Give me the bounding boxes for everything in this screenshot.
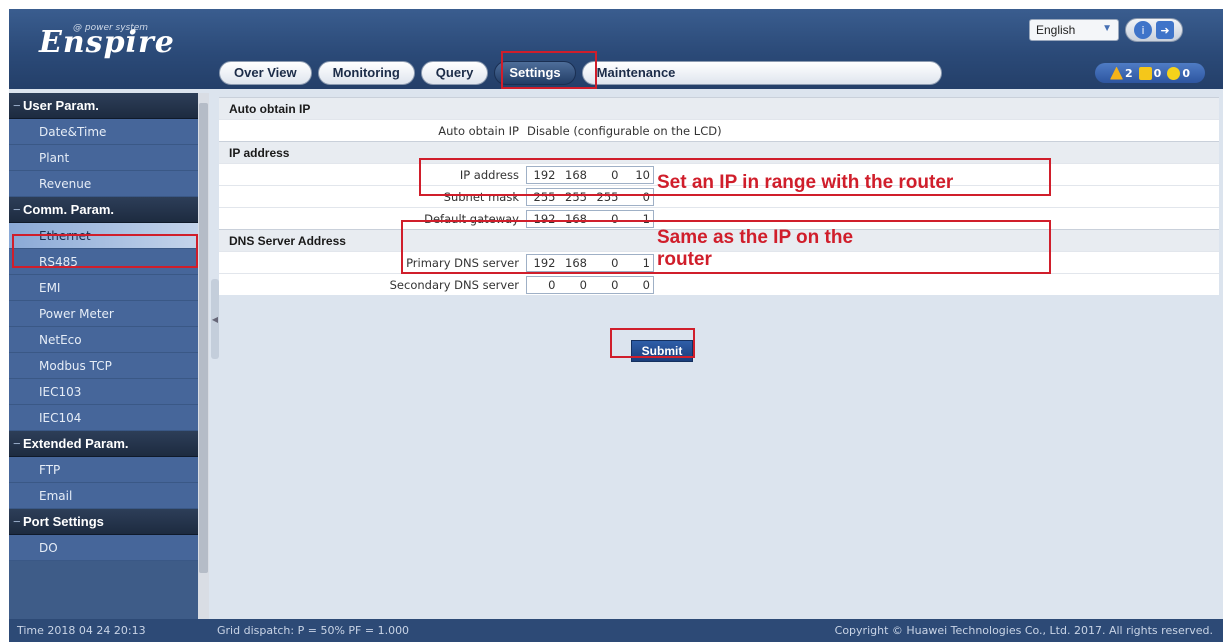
secondary-dns-row: Secondary DNS server 0000 (219, 273, 1219, 295)
chevron-down-icon: ▼ (1102, 23, 1112, 34)
collapse-icon: − (13, 98, 21, 113)
info-icon[interactable]: i (1134, 21, 1152, 39)
grid-dispatch-status: Grid dispatch: P = 50% PF = 1.000 (217, 624, 410, 637)
sidebar-item-neteco[interactable]: NetEco (9, 327, 209, 353)
status-bar: Time 2018 04 24 20:13 Grid dispatch: P =… (9, 619, 1223, 642)
sidebar-item-ftp[interactable]: FTP (9, 457, 209, 483)
sidebar-item-iec104[interactable]: IEC104 (9, 405, 209, 431)
sidebar-collapse-handle[interactable]: ◀ (211, 279, 219, 359)
major-alarm-count: 2 (1125, 66, 1133, 80)
logout-icon[interactable]: ➜ (1156, 21, 1174, 39)
sidebar-group-extended-param[interactable]: − Extended Param. (9, 431, 209, 457)
header: Enspire @ power system English ▼ i ➜ Ove… (9, 9, 1223, 89)
sidebar-item-power-meter[interactable]: Power Meter (9, 301, 209, 327)
tab-maintenance[interactable]: Maintenance (581, 61, 942, 85)
sidebar-group-comm-param[interactable]: − Comm. Param. (9, 197, 209, 223)
auto-obtain-ip-value: Disable (configurable on the LCD) (527, 124, 722, 138)
sidebar-group-port-settings[interactable]: − Port Settings (9, 509, 209, 535)
header-icon-group: i ➜ (1125, 18, 1183, 42)
auto-obtain-ip-label: Auto obtain IP (438, 124, 519, 138)
sidebar-item-plant[interactable]: Plant (9, 145, 209, 171)
sidebar-item-email[interactable]: Email (9, 483, 209, 509)
secondary-dns-label: Secondary DNS server (389, 278, 519, 292)
major-alarm-icon (1110, 66, 1124, 80)
collapse-icon: − (13, 202, 21, 217)
sidebar-item-revenue[interactable]: Revenue (9, 171, 209, 197)
sidebar-item-date-time[interactable]: Date&Time (9, 119, 209, 145)
sidebar-item-emi[interactable]: EMI (9, 275, 209, 301)
language-value: English (1036, 23, 1076, 37)
alarm-counters[interactable]: 2 0 0 (1095, 63, 1205, 83)
sidebar-item-modbus-tcp[interactable]: Modbus TCP (9, 353, 209, 379)
secondary-dns-input[interactable]: 0000 (526, 276, 654, 294)
sidebar-item-iec103[interactable]: IEC103 (9, 379, 209, 405)
copyright-text: Copyright © Huawei Technologies Co., Ltd… (834, 624, 1213, 637)
sidebar: − User Param. Date&Time Plant Revenue − Co… (9, 93, 209, 619)
minor-alarm-icon (1138, 66, 1152, 80)
annotation-note-ip: Set an IP in range with the router (657, 172, 954, 193)
warning-alarm-count: 0 (1182, 66, 1190, 80)
collapse-icon: − (13, 436, 21, 451)
annotation-note-gateway-2: router (657, 249, 712, 270)
scrollbar-thumb[interactable] (199, 103, 208, 573)
auto-obtain-ip-row: Auto obtain IP Disable (configurable on … (219, 119, 1219, 141)
collapse-icon: − (13, 514, 21, 529)
time-display: Time 2018 04 24 20:13 (17, 624, 146, 637)
tab-monitoring[interactable]: Monitoring (317, 61, 415, 85)
language-select[interactable]: English ▼ (1029, 19, 1119, 41)
tab-overview[interactable]: Over View (219, 61, 312, 85)
sidebar-group-user-param[interactable]: − User Param. (9, 93, 209, 119)
annotation-box-ethernet (12, 234, 198, 268)
warning-alarm-icon (1167, 66, 1181, 80)
minor-alarm-count: 0 (1153, 66, 1162, 80)
section-header-auto-obtain-ip: Auto obtain IP (219, 97, 1219, 119)
annotation-note-gateway-1: Same as the IP on the (657, 227, 854, 248)
app-window: Enspire @ power system English ▼ i ➜ Ove… (9, 9, 1223, 642)
annotation-box-settings-tab (501, 51, 597, 89)
tab-query[interactable]: Query (420, 61, 489, 85)
sidebar-item-do[interactable]: DO (9, 535, 209, 561)
sidebar-scrollbar[interactable] (198, 93, 209, 619)
logo-subtitle: @ power system (73, 23, 149, 33)
annotation-box-submit (610, 328, 695, 358)
